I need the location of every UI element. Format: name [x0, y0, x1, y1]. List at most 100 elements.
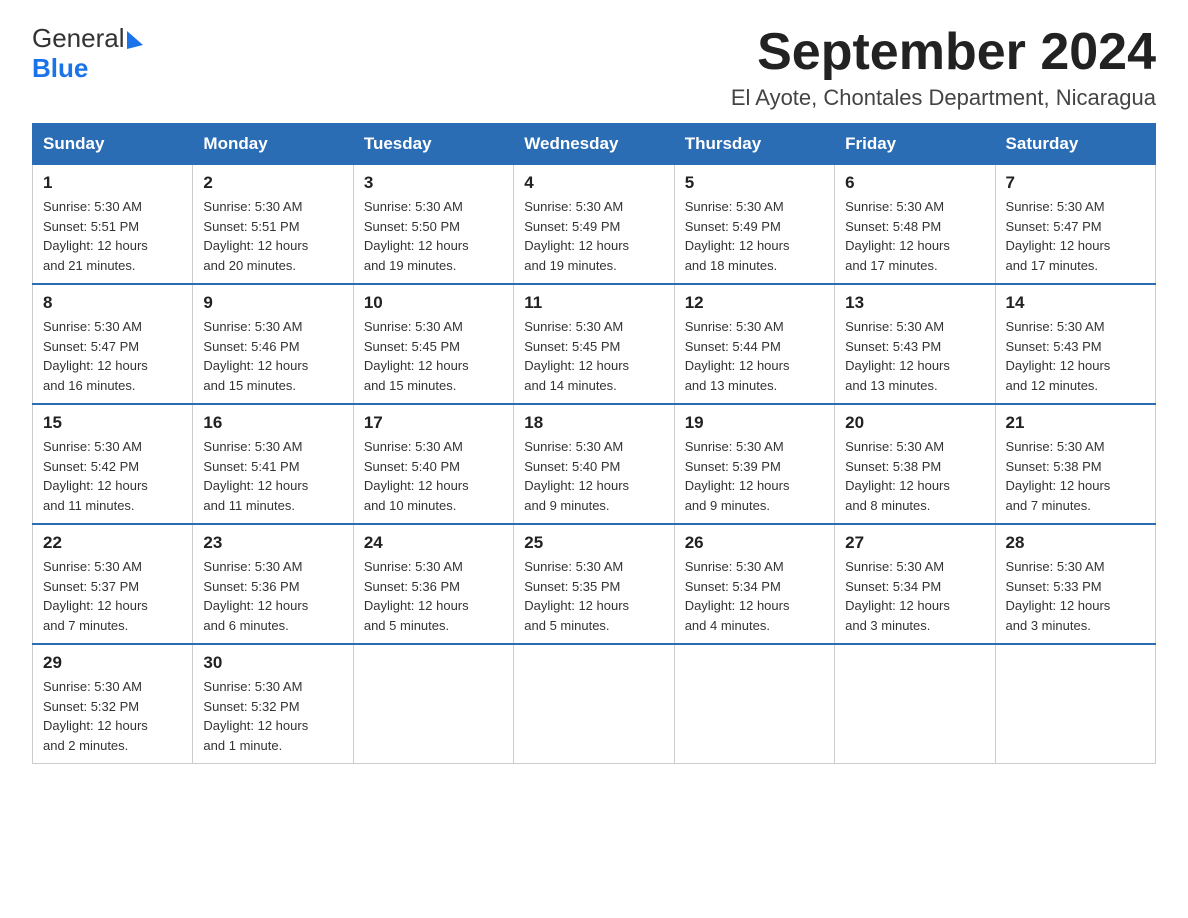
- calendar-day-cell: 1Sunrise: 5:30 AM Sunset: 5:51 PM Daylig…: [33, 165, 193, 285]
- day-number: 2: [203, 173, 342, 193]
- day-info: Sunrise: 5:30 AM Sunset: 5:47 PM Dayligh…: [1006, 199, 1111, 273]
- calendar-header-row: SundayMondayTuesdayWednesdayThursdayFrid…: [33, 124, 1156, 165]
- day-info: Sunrise: 5:30 AM Sunset: 5:45 PM Dayligh…: [524, 319, 629, 393]
- day-number: 27: [845, 533, 984, 553]
- calendar-day-cell: 30 Sunrise: 5:30 AM Sunset: 5:32 PM Dayli…: [193, 644, 353, 764]
- calendar-day-cell: [674, 644, 834, 764]
- day-info: Sunrise: 5:30 AM Sunset: 5:51 PM Dayligh…: [203, 199, 308, 273]
- day-info: Sunrise: 5:30 AM Sunset: 5:34 PM Dayligh…: [845, 559, 950, 633]
- day-info: Sunrise: 5:30 AM Sunset: 5:45 PM Dayligh…: [364, 319, 469, 393]
- day-number: 20: [845, 413, 984, 433]
- calendar-day-cell: 17Sunrise: 5:30 AM Sunset: 5:40 PM Dayli…: [353, 404, 513, 524]
- calendar-day-cell: [835, 644, 995, 764]
- day-number: 8: [43, 293, 182, 313]
- calendar-day-cell: 23 Sunrise: 5:30 AM Sunset: 5:36 PM Dayli…: [193, 524, 353, 644]
- day-info: Sunrise: 5:30 AM Sunset: 5:46 PM Dayligh…: [203, 319, 308, 393]
- day-number: 21: [1006, 413, 1145, 433]
- calendar-day-cell: 19 Sunrise: 5:30 AM Sunset: 5:39 PM Dayli…: [674, 404, 834, 524]
- day-number: 11: [524, 293, 663, 313]
- day-number: 15: [43, 413, 182, 433]
- day-number: 28: [1006, 533, 1145, 553]
- calendar-week-row: 22 Sunrise: 5:30 AM Sunset: 5:37 PM Dayli…: [33, 524, 1156, 644]
- day-of-week-header: Wednesday: [514, 124, 674, 165]
- calendar-day-cell: 2 Sunrise: 5:30 AM Sunset: 5:51 PM Daylig…: [193, 165, 353, 285]
- day-info: Sunrise: 5:30 AM Sunset: 5:39 PM Dayligh…: [685, 439, 790, 513]
- day-number: 30: [203, 653, 342, 673]
- day-number: 1: [43, 173, 182, 193]
- day-number: 23: [203, 533, 342, 553]
- day-info: Sunrise: 5:30 AM Sunset: 5:34 PM Dayligh…: [685, 559, 790, 633]
- day-info: Sunrise: 5:30 AM Sunset: 5:37 PM Dayligh…: [43, 559, 148, 633]
- calendar-day-cell: 8Sunrise: 5:30 AM Sunset: 5:47 PM Daylig…: [33, 284, 193, 404]
- calendar-day-cell: 13Sunrise: 5:30 AM Sunset: 5:43 PM Dayli…: [835, 284, 995, 404]
- day-number: 22: [43, 533, 182, 553]
- calendar-subtitle: El Ayote, Chontales Department, Nicaragu…: [731, 85, 1156, 111]
- day-info: Sunrise: 5:30 AM Sunset: 5:48 PM Dayligh…: [845, 199, 950, 273]
- calendar-day-cell: 10 Sunrise: 5:30 AM Sunset: 5:45 PM Dayli…: [353, 284, 513, 404]
- calendar-day-cell: 24 Sunrise: 5:30 AM Sunset: 5:36 PM Dayli…: [353, 524, 513, 644]
- day-info: Sunrise: 5:30 AM Sunset: 5:35 PM Dayligh…: [524, 559, 629, 633]
- calendar-title: September 2024: [731, 24, 1156, 81]
- day-number: 14: [1006, 293, 1145, 313]
- title-block: September 2024 El Ayote, Chontales Depar…: [731, 24, 1156, 111]
- calendar-day-cell: 16 Sunrise: 5:30 AM Sunset: 5:41 PM Dayli…: [193, 404, 353, 524]
- day-number: 12: [685, 293, 824, 313]
- calendar-table: SundayMondayTuesdayWednesdayThursdayFrid…: [32, 123, 1156, 764]
- logo-triangle-icon: [127, 31, 143, 49]
- day-info: Sunrise: 5:30 AM Sunset: 5:42 PM Dayligh…: [43, 439, 148, 513]
- day-info: Sunrise: 5:30 AM Sunset: 5:43 PM Dayligh…: [1006, 319, 1111, 393]
- day-number: 26: [685, 533, 824, 553]
- calendar-day-cell: 26 Sunrise: 5:30 AM Sunset: 5:34 PM Dayli…: [674, 524, 834, 644]
- calendar-day-cell: 3Sunrise: 5:30 AM Sunset: 5:50 PM Daylig…: [353, 165, 513, 285]
- day-number: 16: [203, 413, 342, 433]
- page-header: General Blue September 2024 El Ayote, Ch…: [32, 24, 1156, 111]
- day-number: 24: [364, 533, 503, 553]
- calendar-week-row: 8Sunrise: 5:30 AM Sunset: 5:47 PM Daylig…: [33, 284, 1156, 404]
- day-number: 5: [685, 173, 824, 193]
- day-of-week-header: Tuesday: [353, 124, 513, 165]
- calendar-day-cell: 21 Sunrise: 5:30 AM Sunset: 5:38 PM Dayli…: [995, 404, 1155, 524]
- calendar-day-cell: 22 Sunrise: 5:30 AM Sunset: 5:37 PM Dayli…: [33, 524, 193, 644]
- day-of-week-header: Sunday: [33, 124, 193, 165]
- calendar-day-cell: 20 Sunrise: 5:30 AM Sunset: 5:38 PM Dayli…: [835, 404, 995, 524]
- calendar-day-cell: 18Sunrise: 5:30 AM Sunset: 5:40 PM Dayli…: [514, 404, 674, 524]
- day-info: Sunrise: 5:30 AM Sunset: 5:44 PM Dayligh…: [685, 319, 790, 393]
- day-number: 25: [524, 533, 663, 553]
- day-info: Sunrise: 5:30 AM Sunset: 5:40 PM Dayligh…: [364, 439, 469, 513]
- calendar-day-cell: 4Sunrise: 5:30 AM Sunset: 5:49 PM Daylig…: [514, 165, 674, 285]
- day-info: Sunrise: 5:30 AM Sunset: 5:41 PM Dayligh…: [203, 439, 308, 513]
- day-number: 10: [364, 293, 503, 313]
- day-number: 19: [685, 413, 824, 433]
- calendar-day-cell: 28 Sunrise: 5:30 AM Sunset: 5:33 PM Dayli…: [995, 524, 1155, 644]
- day-info: Sunrise: 5:30 AM Sunset: 5:38 PM Dayligh…: [1006, 439, 1111, 513]
- calendar-week-row: 1 Sunrise: 5:30 AM Sunset: 5:51 PM Daylig…: [33, 165, 1156, 285]
- calendar-day-cell: 15 Sunrise: 5:30 AM Sunset: 5:42 PM Dayli…: [33, 404, 193, 524]
- calendar-day-cell: [353, 644, 513, 764]
- calendar-week-row: 15 Sunrise: 5:30 AM Sunset: 5:42 PM Dayli…: [33, 404, 1156, 524]
- day-info: Sunrise: 5:30 AM Sunset: 5:40 PM Dayligh…: [524, 439, 629, 513]
- logo-text: General Blue: [32, 24, 143, 84]
- day-info: Sunrise: 5:30 AM Sunset: 5:38 PM Dayligh…: [845, 439, 950, 513]
- day-info: Sunrise: 5:30 AM Sunset: 5:36 PM Dayligh…: [203, 559, 308, 633]
- day-of-week-header: Thursday: [674, 124, 834, 165]
- day-info: Sunrise: 5:30 AM Sunset: 5:36 PM Dayligh…: [364, 559, 469, 633]
- calendar-day-cell: 6 Sunrise: 5:30 AM Sunset: 5:48 PM Daylig…: [835, 165, 995, 285]
- day-number: 29: [43, 653, 182, 673]
- calendar-day-cell: 11 Sunrise: 5:30 AM Sunset: 5:45 PM Dayli…: [514, 284, 674, 404]
- day-number: 7: [1006, 173, 1145, 193]
- day-number: 6: [845, 173, 984, 193]
- calendar-day-cell: 9 Sunrise: 5:30 AM Sunset: 5:46 PM Daylig…: [193, 284, 353, 404]
- day-info: Sunrise: 5:30 AM Sunset: 5:32 PM Dayligh…: [203, 679, 308, 753]
- day-info: Sunrise: 5:30 AM Sunset: 5:33 PM Dayligh…: [1006, 559, 1111, 633]
- day-number: 9: [203, 293, 342, 313]
- calendar-day-cell: 5Sunrise: 5:30 AM Sunset: 5:49 PM Daylig…: [674, 165, 834, 285]
- calendar-day-cell: 27 Sunrise: 5:30 AM Sunset: 5:34 PM Dayli…: [835, 524, 995, 644]
- day-of-week-header: Friday: [835, 124, 995, 165]
- calendar-day-cell: 7 Sunrise: 5:30 AM Sunset: 5:47 PM Daylig…: [995, 165, 1155, 285]
- calendar-day-cell: 25 Sunrise: 5:30 AM Sunset: 5:35 PM Dayli…: [514, 524, 674, 644]
- day-of-week-header: Saturday: [995, 124, 1155, 165]
- calendar-day-cell: 12 Sunrise: 5:30 AM Sunset: 5:44 PM Dayli…: [674, 284, 834, 404]
- calendar-day-cell: [995, 644, 1155, 764]
- day-of-week-header: Monday: [193, 124, 353, 165]
- day-number: 4: [524, 173, 663, 193]
